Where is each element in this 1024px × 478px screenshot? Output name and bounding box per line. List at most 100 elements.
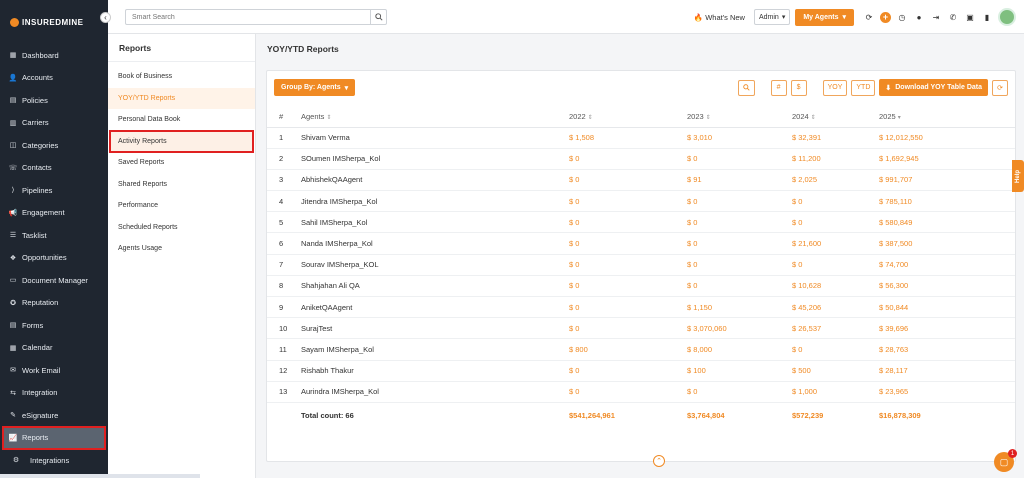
sidebar-item-esignature[interactable]: ✎ eSignature	[0, 404, 108, 427]
bell-icon[interactable]: ●	[913, 11, 925, 23]
table-row[interactable]: 8 Shahjahan Ali QA $ 0 $ 0 $ 10,628 $ 56,300	[267, 275, 1015, 298]
help-tab[interactable]: Help	[1012, 160, 1024, 192]
report-link-personal-data-book[interactable]: Personal Data Book	[108, 109, 255, 131]
amount-cell: $ 23,965	[879, 381, 1015, 403]
report-link-shared-reports[interactable]: Shared Reports	[108, 174, 255, 196]
header-2024[interactable]: 2024 ⇕	[792, 107, 879, 128]
table-row[interactable]: 4 Jitendra IMSherpa_Kol $ 0 $ 0 $ 0 $ 785,110	[267, 190, 1015, 213]
table-search-button[interactable]	[737, 79, 755, 96]
agent-name[interactable]: AbhishekQAAgent	[301, 169, 569, 192]
sidebar-item-categories[interactable]: ◫ Categories	[0, 134, 108, 157]
table-row[interactable]: 12 Rishabh Thakur $ 0 $ 100 $ 500 $ 28,117	[267, 360, 1015, 382]
amount-cell: $ 0	[569, 232, 687, 255]
report-link-saved-reports[interactable]: Saved Reports	[108, 152, 255, 174]
admin-select[interactable]: Admin ▾	[753, 9, 791, 25]
table-row[interactable]: 9 AniketQAAgent $ 0 $ 1,150 $ 45,206 $ 50,844	[267, 296, 1015, 319]
refresh-table-button[interactable]: ⟳	[992, 79, 1008, 96]
ytd-button[interactable]: YTD	[851, 79, 876, 96]
sidebar-item-work-email[interactable]: ✉ Work Email	[0, 359, 108, 382]
agent-name[interactable]: SurajTest	[301, 317, 569, 340]
header-2023[interactable]: 2023 ⇕	[687, 107, 792, 128]
whats-new-link[interactable]: 🔥 What's New	[694, 13, 745, 22]
device-icon[interactable]: ▮	[981, 11, 993, 23]
report-link-book-of-business[interactable]: Book of Business	[108, 66, 255, 88]
search-input[interactable]	[126, 10, 370, 24]
row-number: 13	[267, 381, 301, 403]
sidebar-item-engagement[interactable]: 📢 Engagement	[0, 202, 108, 225]
agent-name[interactable]: Shahjahan Ali QA	[301, 275, 569, 298]
header-2025[interactable]: 2025 ▾	[879, 107, 1015, 128]
collapse-sidebar-button[interactable]: ‹	[100, 12, 111, 23]
logo[interactable]: INSUREDMINE	[0, 0, 108, 44]
agent-name[interactable]: Jitendra IMSherpa_Kol	[301, 190, 569, 213]
header-agents[interactable]: Agents ⇕	[301, 107, 569, 128]
row-number: 9	[267, 296, 301, 319]
amount-cell: $ 26,537	[792, 317, 879, 340]
phone-icon[interactable]: ✆	[947, 11, 959, 23]
folder-icon: ▭	[9, 277, 17, 285]
sidebar-item-integration[interactable]: ⇆ Integration	[0, 382, 108, 405]
top-bar: 🔥 What's New Admin ▾ My Agents ▾ ⟳ + ◷ ●…	[108, 0, 1024, 34]
chat-button[interactable]: ▢ 1	[994, 449, 1017, 472]
amount-cell: $ 0	[792, 211, 879, 234]
refresh-icon[interactable]: ⟳	[863, 11, 875, 23]
table-row[interactable]: 7 Sourav IMSherpa_KOL $ 0 $ 0 $ 0 $ 74,700	[267, 254, 1015, 276]
table-row[interactable]: 11 Sayam IMSherpa_Kol $ 800 $ 8,000 $ 0 $ 28,…	[267, 338, 1015, 361]
yoy-button[interactable]: YOY	[822, 79, 848, 96]
sidebar-item-reports[interactable]: 📈 Reports	[2, 425, 106, 450]
sidebar-item-accounts[interactable]: 👤 Accounts	[0, 67, 108, 90]
agent-name[interactable]: Sayam IMSherpa_Kol	[301, 338, 569, 361]
amount-toggle-button[interactable]: $	[790, 79, 807, 96]
search-button[interactable]	[370, 10, 386, 24]
sidebar-item-opportunities[interactable]: ❖ Opportunities	[0, 247, 108, 270]
table-row[interactable]: 2 SOumen IMSherpa_Kol $ 0 $ 0 $ 11,200 $ 1,69…	[267, 148, 1015, 170]
logout-icon[interactable]: ⇥	[930, 11, 942, 23]
scroll-up-button[interactable]: ⌃	[653, 455, 665, 467]
table-row[interactable]: 1 Shivam Verma $ 1,508 $ 3,010 $ 32,391 $ 12,…	[267, 127, 1015, 149]
sidebar-item-document-manager[interactable]: ▭ Document Manager	[0, 269, 108, 292]
sidebar-item-label: Accounts	[22, 73, 53, 83]
agent-name[interactable]: Aurindra IMSherpa_Kol	[301, 381, 569, 403]
agent-name[interactable]: Shivam Verma	[301, 127, 569, 149]
sidebar-item-policies[interactable]: ▤ Policies	[0, 89, 108, 112]
report-link-performance[interactable]: Performance	[108, 195, 255, 217]
agent-name[interactable]: Rishabh Thakur	[301, 360, 569, 382]
table-row[interactable]: 3 AbhishekQAAgent $ 0 $ 91 $ 2,025 $ 991,707	[267, 169, 1015, 192]
chip-icon[interactable]: ▣	[964, 11, 976, 23]
group-by-button[interactable]: Group By: Agents ▾	[274, 79, 356, 96]
count-toggle-button[interactable]: #	[770, 79, 787, 96]
sidebar-item-carriers[interactable]: ▥ Carriers	[0, 112, 108, 135]
agent-name[interactable]: AniketQAAgent	[301, 296, 569, 319]
agent-name[interactable]: SOumen IMSherpa_Kol	[301, 148, 569, 170]
avatar[interactable]	[998, 8, 1016, 26]
sidebar-item-tasklist[interactable]: ☰ Tasklist	[0, 224, 108, 247]
amount-cell: $ 0	[569, 211, 687, 234]
header-2022[interactable]: 2022 ⇕	[569, 107, 687, 128]
clock-icon[interactable]: ◷	[896, 11, 908, 23]
sidebar-item-reputation[interactable]: ✪ Reputation	[0, 292, 108, 315]
agent-name[interactable]: Sourav IMSherpa_KOL	[301, 254, 569, 276]
table-row[interactable]: 6 Nanda IMSherpa_Kol $ 0 $ 0 $ 21,600 $ 387,5…	[267, 232, 1015, 255]
sort-icon: ⇕	[810, 115, 816, 122]
report-link-scheduled-reports[interactable]: Scheduled Reports	[108, 217, 255, 239]
table-row[interactable]: 10 SurajTest $ 0 $ 3,070,060 $ 26,537 $ 39,69…	[267, 317, 1015, 340]
sidebar-item-forms[interactable]: ▤ Forms	[0, 314, 108, 337]
sidebar-item-label: Forms	[22, 320, 44, 330]
report-link-yoy-ytd-reports[interactable]: YOY/YTD Reports	[108, 87, 255, 109]
my-agents-button[interactable]: My Agents ▾	[795, 8, 854, 26]
amount-cell: $ 0	[687, 190, 792, 213]
dashboard-icon: ▦	[9, 52, 17, 60]
report-link-activity-reports[interactable]: Activity Reports	[109, 129, 254, 153]
sidebar-item-contacts[interactable]: ☏ Contacts	[0, 157, 108, 180]
agent-name[interactable]: Sahil IMSherpa_Kol	[301, 211, 569, 234]
add-icon[interactable]: +	[880, 11, 891, 23]
sidebar-item-pipelines[interactable]: ⟩ Pipelines	[0, 179, 108, 202]
table-row[interactable]: 5 Sahil IMSherpa_Kol $ 0 $ 0 $ 0 $ 580,849	[267, 211, 1015, 234]
table-row[interactable]: 13 Aurindra IMSherpa_Kol $ 0 $ 0 $ 1,000 $ 23…	[267, 381, 1015, 403]
agent-name[interactable]: Nanda IMSherpa_Kol	[301, 232, 569, 255]
sidebar-item-integrations[interactable]: ⚙ Integrations	[0, 449, 108, 472]
download-button[interactable]: ⬇ Download YOY Table Data	[879, 79, 988, 96]
report-link-agents-usage[interactable]: Agents Usage	[108, 238, 255, 260]
sidebar-item-calendar[interactable]: ▦ Calendar	[0, 337, 108, 360]
sidebar-item-dashboard[interactable]: ▦ Dashboard	[0, 44, 108, 67]
